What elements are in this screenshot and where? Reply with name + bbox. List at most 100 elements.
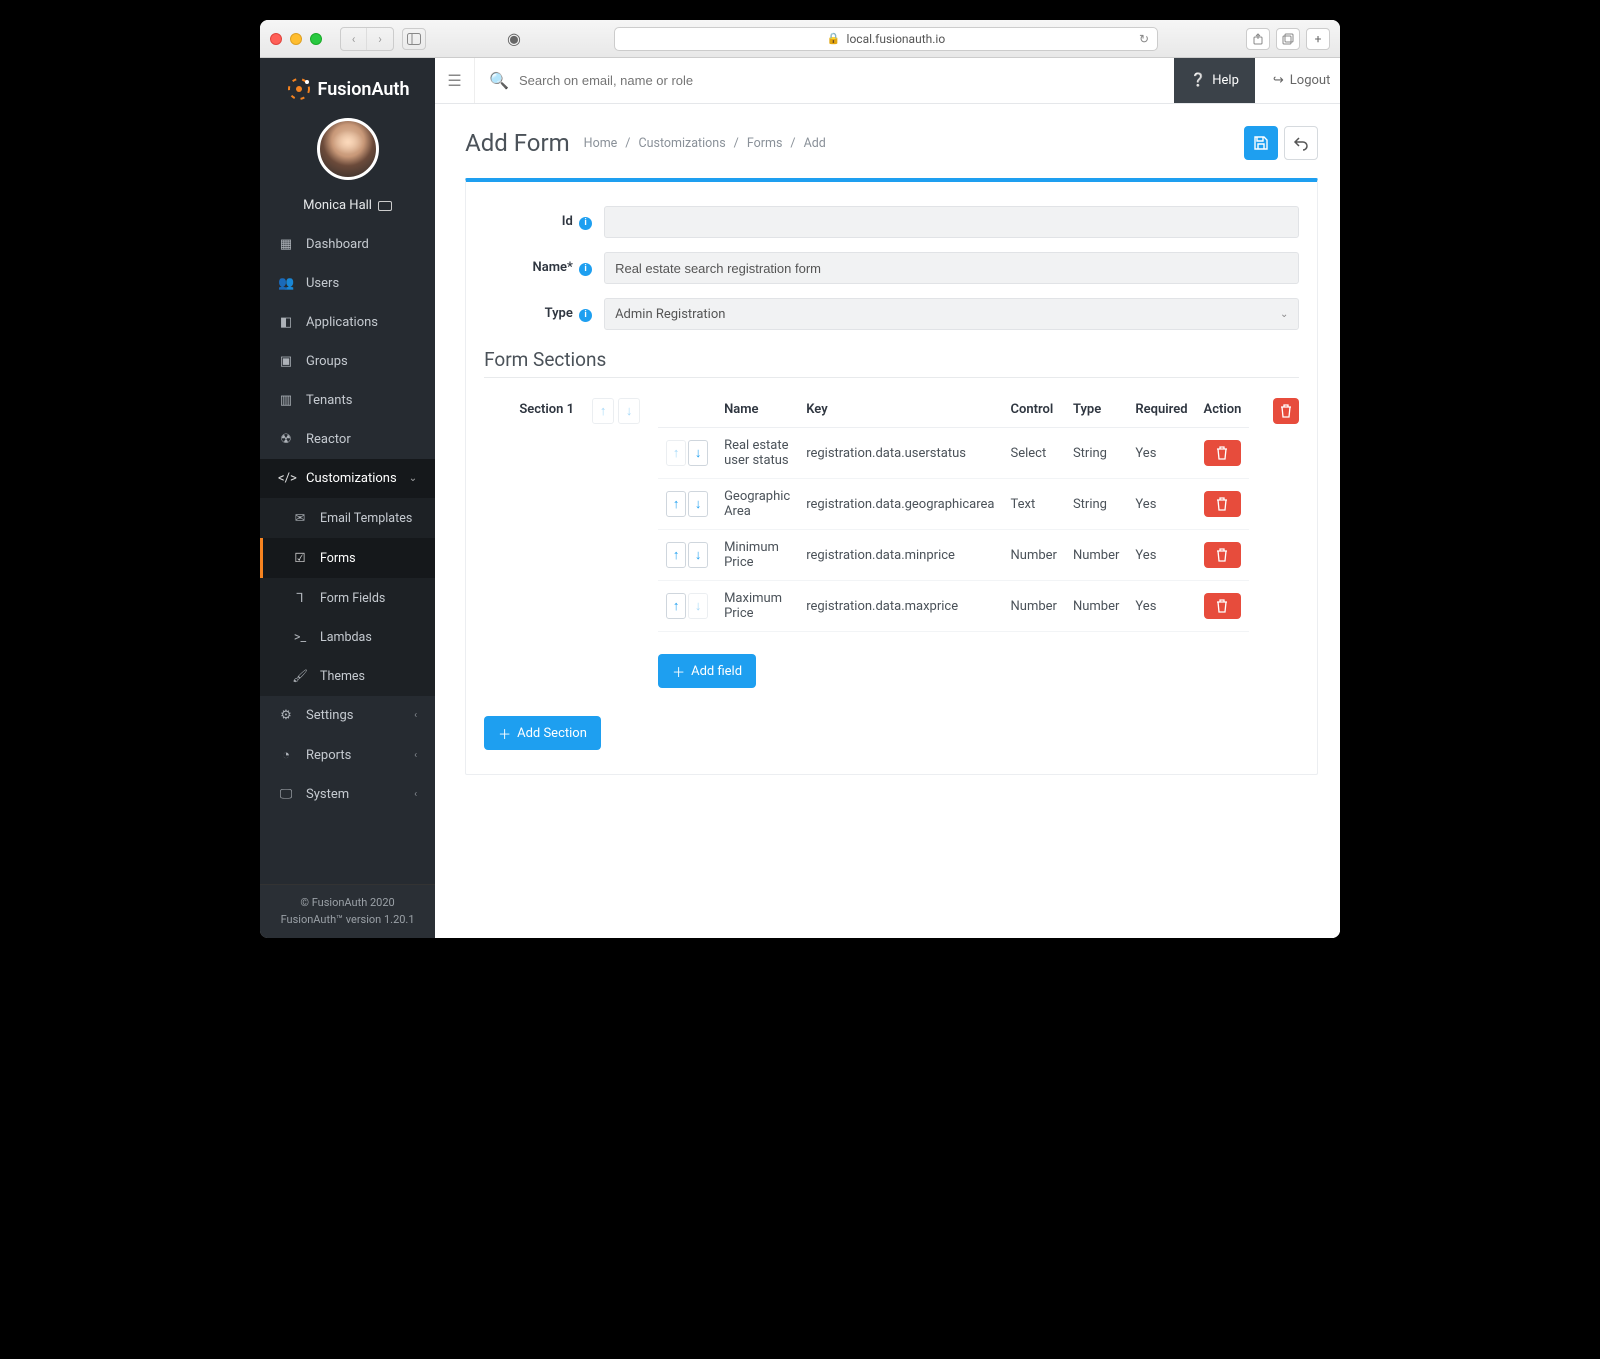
sidebar-item-groups[interactable]: ▣Groups bbox=[260, 342, 435, 381]
add-field-button[interactable]: ＋ Add field bbox=[658, 654, 756, 688]
field-name: Maximum Price bbox=[716, 581, 798, 632]
delete-section-button[interactable] bbox=[1273, 398, 1299, 424]
field-key: registration.data.maxprice bbox=[798, 581, 1002, 632]
page-header: Add Form Home/ Customizations/ Forms/ Ad… bbox=[435, 104, 1340, 178]
field-move-up-button[interactable]: ↑ bbox=[666, 593, 686, 619]
col-control: Control bbox=[1003, 392, 1065, 428]
back-action-button[interactable] bbox=[1284, 126, 1318, 160]
tabs-icon[interactable] bbox=[1276, 28, 1300, 50]
name-input[interactable] bbox=[604, 252, 1299, 284]
sidebar-item-themes[interactable]: 🖌Themes bbox=[260, 657, 435, 696]
lock-icon: 🔒 bbox=[827, 32, 841, 45]
delete-field-button[interactable] bbox=[1204, 542, 1242, 568]
logo: FusionAuth bbox=[260, 58, 435, 110]
search-container: 🔍 bbox=[475, 71, 1174, 90]
app: FusionAuth Monica Hall ▦Dashboard 👥Users… bbox=[260, 58, 1340, 938]
table-row: ↑ ↓ Geographic Area registration.data.ge… bbox=[658, 479, 1249, 530]
delete-field-button[interactable] bbox=[1204, 491, 1242, 517]
sidebar-item-reactor[interactable]: ☢Reactor bbox=[260, 420, 435, 459]
save-button[interactable] bbox=[1244, 126, 1278, 160]
forward-button[interactable]: › bbox=[367, 28, 393, 50]
reload-icon[interactable]: ↻ bbox=[1139, 32, 1149, 46]
avatar[interactable] bbox=[317, 118, 379, 180]
browser-window: ‹ › ◉ 🔒 local.fusionauth.io ↻ + bbox=[260, 20, 1340, 938]
code-icon: </> bbox=[278, 471, 294, 486]
field-control: Number bbox=[1003, 530, 1065, 581]
id-input bbox=[604, 206, 1299, 238]
search-input[interactable] bbox=[519, 73, 1160, 88]
field-required: Yes bbox=[1127, 581, 1195, 632]
info-icon[interactable]: i bbox=[579, 309, 592, 322]
breadcrumb-customizations[interactable]: Customizations bbox=[638, 136, 725, 151]
breadcrumb-home[interactable]: Home bbox=[584, 136, 618, 151]
maximize-window-icon[interactable] bbox=[310, 33, 322, 45]
info-icon[interactable]: i bbox=[579, 263, 592, 276]
sidebar-item-dashboard[interactable]: ▦Dashboard bbox=[260, 225, 435, 264]
section-move-up-button[interactable]: ↑ bbox=[592, 398, 614, 424]
applications-icon: ◧ bbox=[278, 315, 294, 330]
table-row: ↑ ↓ Minimum Price registration.data.minp… bbox=[658, 530, 1249, 581]
groups-icon: ▣ bbox=[278, 354, 294, 369]
privacy-shield-icon[interactable]: ◉ bbox=[502, 29, 526, 48]
logout-icon: ↪ bbox=[1273, 73, 1284, 88]
chevron-left-icon: ‹ bbox=[414, 789, 417, 800]
logout-button[interactable]: ↪ Logout bbox=[1255, 58, 1340, 103]
back-button[interactable]: ‹ bbox=[341, 28, 367, 50]
url-bar[interactable]: 🔒 local.fusionauth.io ↻ bbox=[614, 27, 1158, 51]
field-control: Select bbox=[1003, 428, 1065, 479]
sidebar-item-form-fields[interactable]: ꞀForm Fields bbox=[260, 578, 435, 618]
topbar: ☰ 🔍 ❔ Help ↪ Logout bbox=[435, 58, 1340, 104]
sidebar: FusionAuth Monica Hall ▦Dashboard 👥Users… bbox=[260, 58, 435, 938]
col-required: Required bbox=[1127, 392, 1195, 428]
table-row: ↑ ↓ Maximum Price registration.data.maxp… bbox=[658, 581, 1249, 632]
sidebar-item-system[interactable]: 🖵System‹ bbox=[260, 775, 435, 814]
breadcrumb-forms[interactable]: Forms bbox=[747, 136, 783, 151]
field-move-up-button[interactable]: ↑ bbox=[666, 542, 686, 568]
sidebar-item-forms[interactable]: ☑Forms bbox=[260, 538, 435, 578]
sidebar-toggle-icon[interactable] bbox=[402, 28, 426, 50]
browser-chrome: ‹ › ◉ 🔒 local.fusionauth.io ↻ + bbox=[260, 20, 1340, 58]
sidebar-item-reports[interactable]: ◔Reports‹ bbox=[260, 735, 435, 775]
delete-field-button[interactable] bbox=[1204, 440, 1242, 466]
sidebar-item-applications[interactable]: ◧Applications bbox=[260, 303, 435, 342]
sidebar-item-lambdas[interactable]: >_Lambdas bbox=[260, 618, 435, 657]
sidebar-item-customizations[interactable]: </>Customizations⌄ bbox=[260, 459, 435, 498]
sidebar-item-email-templates[interactable]: ✉Email Templates bbox=[260, 498, 435, 538]
chevron-left-icon: ‹ bbox=[414, 750, 417, 761]
form-sections-heading: Form Sections bbox=[484, 348, 1299, 378]
add-section-button[interactable]: ＋ Add Section bbox=[484, 716, 601, 750]
save-icon bbox=[1253, 135, 1269, 151]
col-name: Name bbox=[716, 392, 798, 428]
plus-icon: ＋ bbox=[672, 662, 685, 681]
section-move-down-button[interactable]: ↓ bbox=[618, 398, 640, 424]
field-move-up-button[interactable]: ↑ bbox=[666, 491, 686, 517]
type-select[interactable]: Admin Registration ⌄ bbox=[604, 298, 1299, 330]
undo-icon bbox=[1293, 135, 1309, 151]
delete-field-button[interactable] bbox=[1204, 593, 1242, 619]
collapse-sidebar-button[interactable]: ☰ bbox=[435, 58, 475, 103]
field-name: Real estate user status bbox=[716, 428, 798, 479]
new-tab-button[interactable]: + bbox=[1306, 28, 1330, 50]
minimize-window-icon[interactable] bbox=[290, 33, 302, 45]
table-row: ↑ ↓ Real estate user status registration… bbox=[658, 428, 1249, 479]
tenants-icon: ▥ bbox=[278, 393, 294, 408]
sidebar-item-tenants[interactable]: ▥Tenants bbox=[260, 381, 435, 420]
sidebar-item-settings[interactable]: ⚙Settings‹ bbox=[260, 696, 435, 735]
sidebar-item-users[interactable]: 👥Users bbox=[260, 264, 435, 303]
help-button[interactable]: ❔ Help bbox=[1174, 58, 1255, 103]
sliders-icon: ⚙ bbox=[278, 708, 294, 723]
monitor-icon: 🖵 bbox=[278, 787, 294, 802]
field-move-down-button[interactable]: ↓ bbox=[688, 440, 708, 466]
chevron-left-icon: ‹ bbox=[414, 710, 417, 721]
share-icon[interactable] bbox=[1246, 28, 1270, 50]
field-move-up-button[interactable]: ↑ bbox=[666, 440, 686, 466]
logo-icon bbox=[286, 76, 312, 102]
fields-table: Name Key Control Type Required Action bbox=[658, 392, 1249, 632]
field-move-down-button[interactable]: ↓ bbox=[688, 593, 708, 619]
info-icon[interactable]: i bbox=[579, 217, 592, 230]
envelope-icon: ✉ bbox=[292, 510, 308, 526]
field-move-down-button[interactable]: ↓ bbox=[688, 491, 708, 517]
id-card-icon bbox=[378, 201, 392, 211]
close-window-icon[interactable] bbox=[270, 33, 282, 45]
field-move-down-button[interactable]: ↓ bbox=[688, 542, 708, 568]
